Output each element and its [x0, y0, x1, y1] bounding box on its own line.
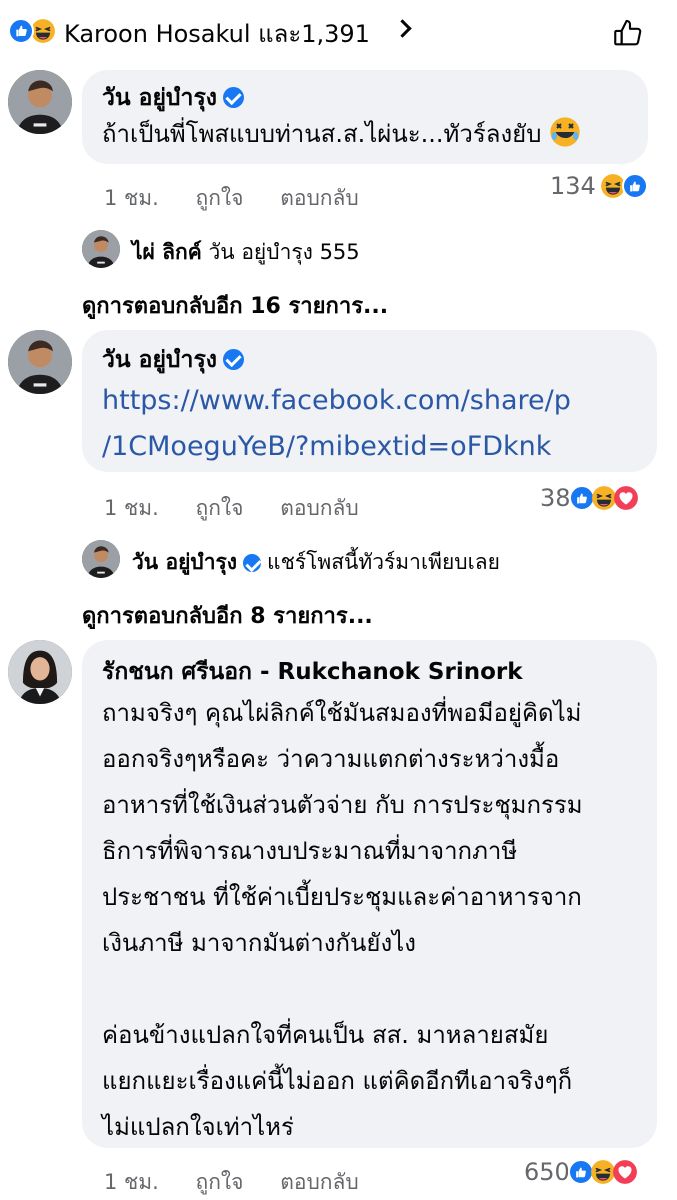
love-icon — [612, 1159, 638, 1185]
comment-time: 1 ชม. — [104, 496, 159, 520]
reply-preview[interactable]: วัน อยู่บำรุง แชร์โพสนี้ทัวร์มาเพียบเลย — [132, 546, 500, 579]
reactors-text[interactable]: Karoon Hosakul และ1,391 — [64, 14, 370, 53]
comment-time: 1 ชม. — [104, 186, 159, 210]
like-button[interactable]: ถูกใจ — [196, 496, 244, 520]
verified-badge-icon — [223, 87, 245, 108]
view-more-replies[interactable]: ดูการตอบกลับอีก 8 รายการ... — [82, 598, 373, 633]
reaction-count[interactable]: 650 — [524, 1158, 638, 1186]
reply-button[interactable]: ตอบกลับ — [280, 186, 359, 210]
like-icon — [8, 18, 34, 44]
reaction-count[interactable]: 38 — [540, 484, 639, 512]
rofl-emoji-icon — [549, 116, 581, 148]
chevron-right-icon[interactable] — [393, 19, 412, 38]
like-button[interactable]: ถูกใจ — [196, 1170, 244, 1194]
comment-author[interactable]: วัน อยู่บำรุง — [102, 342, 245, 378]
comment-time: 1 ชม. — [104, 1170, 159, 1194]
comment-author[interactable]: รักชนก ศรีนอก - Rukchanok Srinork — [102, 654, 523, 690]
avatar[interactable] — [8, 330, 72, 394]
comment-actions: 1 ชม. ถูกใจ ตอบกลับ — [104, 182, 389, 215]
comment-bubble: วัน อยู่บำรุง ถ้าเป็นพี่โพสแบบท่านส.ส.ไผ… — [82, 70, 648, 164]
comment-text: ถ้าเป็นพี่โพสแบบท่านส.ส.ไผ่นะ...ทัวร์ลงย… — [102, 111, 581, 157]
comment-actions: 1 ชม. ถูกใจ ตอบกลับ — [104, 1166, 389, 1199]
thumbs-up-outline-icon[interactable] — [610, 16, 646, 50]
view-more-replies[interactable]: ดูการตอบกลับอีก 16 รายการ... — [82, 288, 388, 323]
reply-button[interactable]: ตอบกลับ — [280, 1170, 359, 1194]
reply-preview[interactable]: ไผ่ ลิกค์ วัน อยู่บำรุง 555 — [132, 236, 360, 269]
reaction-count[interactable]: 134 — [550, 172, 648, 200]
avatar[interactable] — [82, 230, 120, 268]
avatar[interactable] — [8, 70, 72, 134]
reaction-icons — [8, 18, 60, 46]
verified-badge-icon — [223, 349, 245, 370]
reactions-summary-bar[interactable]: Karoon Hosakul และ1,391 — [0, 0, 677, 62]
avatar[interactable] — [8, 640, 72, 704]
verified-badge-icon — [243, 554, 262, 572]
like-icon — [621, 173, 648, 199]
like-button[interactable]: ถูกใจ — [196, 186, 244, 210]
comment-link[interactable]: https://www.facebook.com/share/p /1CMoeg… — [102, 378, 571, 470]
comment-text: ถามจริงๆ คุณไผ่ลิกค์ใช้มันสมองที่พอมีอยู… — [102, 699, 583, 1141]
comment-actions: 1 ชม. ถูกใจ ตอบกลับ — [104, 492, 389, 525]
comment-bubble: รักชนก ศรีนอก - Rukchanok Srinork ถามจริ… — [82, 640, 657, 1148]
avatar[interactable] — [82, 540, 120, 578]
reply-button[interactable]: ตอบกลับ — [280, 496, 359, 520]
love-icon — [613, 485, 639, 511]
comment-bubble: วัน อยู่บำรุง https://www.facebook.com/s… — [82, 330, 657, 472]
